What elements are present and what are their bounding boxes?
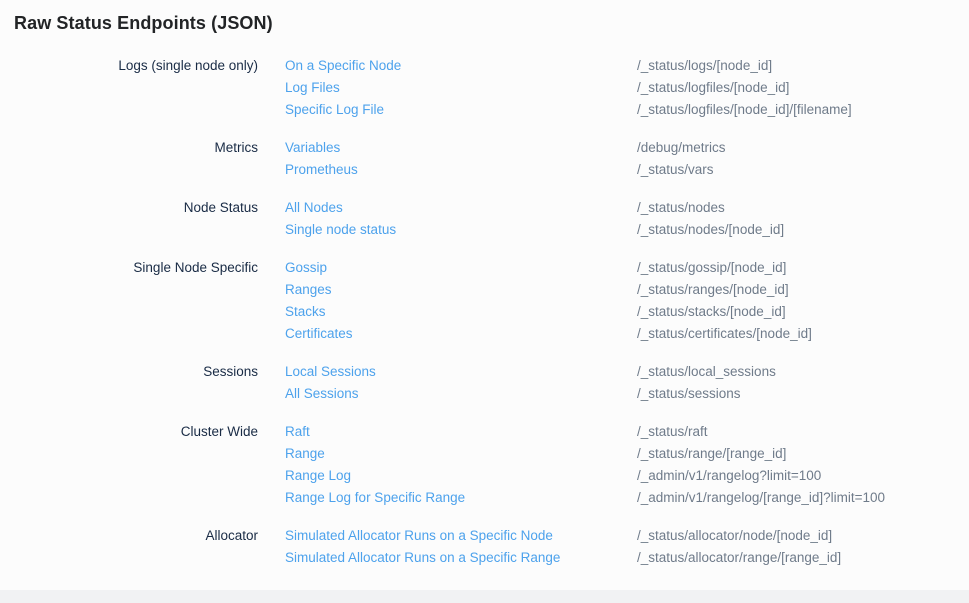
endpoint-link[interactable]: Range Log (285, 465, 637, 487)
endpoint-section: Cluster Wide Raft /_status/raft Range /_… (0, 421, 969, 509)
endpoint-entries: Local Sessions /_status/local_sessions A… (285, 361, 776, 405)
endpoint-section: Allocator Simulated Allocator Runs on a … (0, 525, 969, 569)
category-label: Sessions (0, 361, 258, 383)
category-label: Node Status (0, 197, 258, 219)
endpoint-url: /_status/allocator/range/[range_id] (637, 547, 841, 569)
endpoint-sections: Logs (single node only) On a Specific No… (0, 55, 969, 569)
endpoint-section: Single Node Specific Gossip /_status/gos… (0, 257, 969, 345)
endpoint-url: /_admin/v1/rangelog?limit=100 (637, 465, 821, 487)
endpoint-section: Sessions Local Sessions /_status/local_s… (0, 361, 969, 405)
endpoint-link[interactable]: Prometheus (285, 159, 637, 181)
endpoint-row: Range Log /_admin/v1/rangelog?limit=100 (285, 465, 885, 487)
endpoint-row: Certificates /_status/certificates/[node… (285, 323, 812, 345)
endpoint-row: Gossip /_status/gossip/[node_id] (285, 257, 812, 279)
endpoint-url: /_status/certificates/[node_id] (637, 323, 812, 345)
endpoint-link[interactable]: Gossip (285, 257, 637, 279)
endpoint-link[interactable]: Raft (285, 421, 637, 443)
endpoint-row: Simulated Allocator Runs on a Specific N… (285, 525, 841, 547)
endpoint-row: Variables /debug/metrics (285, 137, 726, 159)
endpoint-url: /_status/allocator/node/[node_id] (637, 525, 832, 547)
endpoint-link[interactable]: Certificates (285, 323, 637, 345)
endpoint-link[interactable]: All Sessions (285, 383, 637, 405)
endpoint-url: /_status/local_sessions (637, 361, 776, 383)
endpoint-link[interactable]: Single node status (285, 219, 637, 241)
endpoint-url: /_status/ranges/[node_id] (637, 279, 789, 301)
endpoint-section: Metrics Variables /debug/metrics Prometh… (0, 137, 969, 181)
endpoint-link[interactable]: Range (285, 443, 637, 465)
endpoint-row: On a Specific Node /_status/logs/[node_i… (285, 55, 852, 77)
endpoint-link[interactable]: On a Specific Node (285, 55, 637, 77)
endpoint-row: Prometheus /_status/vars (285, 159, 726, 181)
endpoint-url: /_status/logfiles/[node_id]/[filename] (637, 99, 852, 121)
endpoint-url: /_status/raft (637, 421, 708, 443)
endpoint-link[interactable]: Range Log for Specific Range (285, 487, 637, 509)
endpoint-link[interactable]: Simulated Allocator Runs on a Specific R… (285, 547, 637, 569)
endpoint-link[interactable]: Specific Log File (285, 99, 637, 121)
category-label: Metrics (0, 137, 258, 159)
endpoint-entries: Variables /debug/metrics Prometheus /_st… (285, 137, 726, 181)
page-title: Raw Status Endpoints (JSON) (14, 13, 969, 34)
endpoint-row: All Nodes /_status/nodes (285, 197, 784, 219)
endpoint-link[interactable]: Log Files (285, 77, 637, 99)
endpoint-row: Single node status /_status/nodes/[node_… (285, 219, 784, 241)
category-label: Allocator (0, 525, 258, 547)
endpoint-url: /_status/nodes (637, 197, 725, 219)
endpoint-entries: Gossip /_status/gossip/[node_id] Ranges … (285, 257, 812, 345)
endpoint-url: /_status/vars (637, 159, 714, 181)
endpoint-entries: Simulated Allocator Runs on a Specific N… (285, 525, 841, 569)
endpoint-url: /_status/logs/[node_id] (637, 55, 772, 77)
endpoint-section: Logs (single node only) On a Specific No… (0, 55, 969, 121)
debug-page: Raw Status Endpoints (JSON) Logs (single… (0, 0, 969, 569)
category-label: Cluster Wide (0, 421, 258, 443)
endpoint-row: Raft /_status/raft (285, 421, 885, 443)
endpoint-url: /_status/sessions (637, 383, 741, 405)
endpoint-row: Specific Log File /_status/logfiles/[nod… (285, 99, 852, 121)
endpoint-row: Local Sessions /_status/local_sessions (285, 361, 776, 383)
endpoint-row: Ranges /_status/ranges/[node_id] (285, 279, 812, 301)
endpoint-row: Log Files /_status/logfiles/[node_id] (285, 77, 852, 99)
endpoint-row: Range /_status/range/[range_id] (285, 443, 885, 465)
endpoint-link[interactable]: Simulated Allocator Runs on a Specific N… (285, 525, 637, 547)
endpoint-row: Range Log for Specific Range /_admin/v1/… (285, 487, 885, 509)
endpoint-link[interactable]: Stacks (285, 301, 637, 323)
endpoint-entries: All Nodes /_status/nodes Single node sta… (285, 197, 784, 241)
endpoint-url: /debug/metrics (637, 137, 726, 159)
endpoint-url: /_status/gossip/[node_id] (637, 257, 786, 279)
endpoint-link[interactable]: Local Sessions (285, 361, 637, 383)
bottom-strip (0, 590, 969, 603)
endpoint-entries: On a Specific Node /_status/logs/[node_i… (285, 55, 852, 121)
endpoint-row: Simulated Allocator Runs on a Specific R… (285, 547, 841, 569)
endpoint-link[interactable]: Ranges (285, 279, 637, 301)
endpoint-url: /_status/logfiles/[node_id] (637, 77, 789, 99)
category-label: Logs (single node only) (0, 55, 258, 77)
endpoint-url: /_status/stacks/[node_id] (637, 301, 786, 323)
endpoint-section: Node Status All Nodes /_status/nodes Sin… (0, 197, 969, 241)
endpoint-row: Stacks /_status/stacks/[node_id] (285, 301, 812, 323)
category-label: Single Node Specific (0, 257, 258, 279)
endpoint-row: All Sessions /_status/sessions (285, 383, 776, 405)
endpoint-link[interactable]: Variables (285, 137, 637, 159)
endpoint-url: /_status/nodes/[node_id] (637, 219, 784, 241)
endpoint-url: /_admin/v1/rangelog/[range_id]?limit=100 (637, 487, 885, 509)
endpoint-entries: Raft /_status/raft Range /_status/range/… (285, 421, 885, 509)
endpoint-link[interactable]: All Nodes (285, 197, 637, 219)
endpoint-url: /_status/range/[range_id] (637, 443, 786, 465)
